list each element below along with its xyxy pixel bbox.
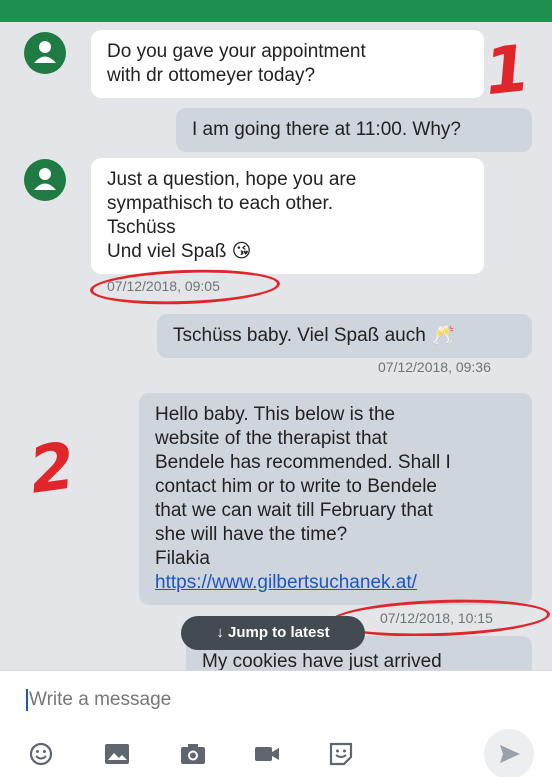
message-link[interactable]: https://www.gilbertsuchanek.at/: [155, 571, 516, 595]
message-line: she will have the time?: [155, 524, 348, 545]
app-header-bar: [0, 0, 552, 22]
message-input[interactable]: Write a message: [26, 689, 446, 717]
message-line: Tschüss: [107, 217, 176, 238]
message-line: I am going there at 11:00. Why?: [192, 119, 461, 140]
sticker-icon[interactable]: [326, 741, 356, 767]
text-caret: [26, 689, 28, 711]
annotation-number-1: 1: [481, 31, 534, 111]
message-input-placeholder: Write a message: [29, 689, 172, 711]
message-line: Filakia: [155, 548, 210, 569]
message-incoming[interactable]: Do you gave your appointment with dr ott…: [91, 30, 484, 98]
message-outgoing[interactable]: I am going there at 11:00. Why?: [176, 108, 532, 152]
video-icon[interactable]: [252, 741, 282, 767]
message-line: Tschüss baby. Viel Spaß auch 🥂: [173, 325, 455, 346]
message-line: contact him or to write to Bendele: [155, 476, 437, 497]
composer-bar: Write a message: [0, 670, 552, 777]
message-line: Bendele has recommended. Shall I: [155, 452, 451, 473]
message-line: Just a question, hope you are: [107, 169, 357, 190]
camera-icon[interactable]: [178, 741, 208, 767]
message-incoming[interactable]: Just a question, hope you are sympathisc…: [91, 158, 484, 274]
message-outgoing[interactable]: Hello baby. This below is the website of…: [139, 393, 532, 605]
emoji-icon[interactable]: [26, 741, 56, 767]
message-timestamp: 07/12/2018, 09:36: [378, 359, 491, 375]
contact-avatar[interactable]: [24, 159, 66, 201]
send-button[interactable]: [484, 729, 534, 777]
jump-to-latest-button[interactable]: ↓ Jump to latest: [181, 616, 365, 650]
message-list[interactable]: Do you gave your appointment with dr ott…: [0, 22, 552, 670]
message-line: sympathisch to each other.: [107, 193, 334, 214]
message-line: website of the therapist that: [155, 428, 388, 449]
send-icon: [500, 745, 520, 763]
message-outgoing[interactable]: Tschüss baby. Viel Spaß auch 🥂: [157, 314, 532, 358]
image-icon[interactable]: [102, 741, 132, 767]
annotation-number-2: 2: [25, 429, 80, 509]
message-line: Do you gave your appointment: [107, 41, 366, 62]
message-line: that we can wait till February that: [155, 500, 433, 521]
message-line: Und viel Spaß 😘: [107, 241, 252, 262]
message-line: My cookies have just arrived: [202, 651, 442, 670]
message-line: with dr ottomeyer today?: [107, 65, 316, 86]
contact-avatar[interactable]: [24, 32, 66, 74]
message-line: Hello baby. This below is the: [155, 404, 396, 425]
